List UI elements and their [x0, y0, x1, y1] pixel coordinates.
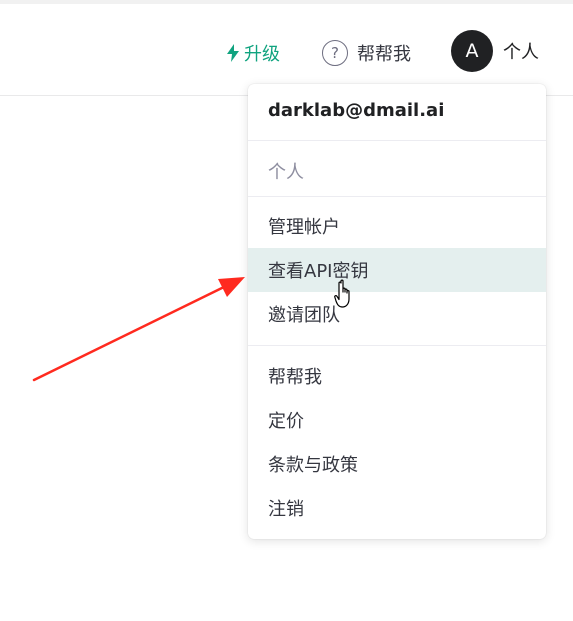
- menu-divider: [248, 345, 546, 346]
- menu-item-logout[interactable]: 注销: [248, 486, 546, 530]
- menu-item-terms-policies[interactable]: 条款与政策: [248, 442, 546, 486]
- help-label: 帮帮我: [357, 44, 411, 65]
- hand-pointer-icon: [334, 279, 350, 308]
- bolt-icon: [227, 44, 239, 62]
- account-email: darklab@dmail.ai: [268, 100, 445, 121]
- menu-item-help[interactable]: 帮帮我: [248, 354, 546, 398]
- help-circle-icon: ?: [322, 40, 348, 66]
- upgrade-button[interactable]: 升级: [226, 40, 280, 66]
- menu-item-invite-team[interactable]: 邀请团队: [248, 292, 546, 336]
- top-header: 升级 ? 帮帮我 A 个人: [0, 4, 573, 96]
- menu-item-view-api-keys[interactable]: 查看API密钥: [248, 248, 546, 292]
- menu-item-pricing[interactable]: 定价: [248, 398, 546, 442]
- help-button[interactable]: ? 帮帮我: [322, 38, 411, 68]
- profile-label: 个人: [503, 42, 539, 63]
- menu-section-label: 个人: [268, 162, 304, 183]
- upgrade-label: 升级: [244, 44, 280, 65]
- menu-divider: [248, 140, 546, 141]
- menu-divider: [248, 196, 546, 197]
- profile-menu-button[interactable]: A 个人: [451, 30, 539, 72]
- menu-item-manage-account[interactable]: 管理帐户: [248, 204, 546, 248]
- avatar: A: [451, 30, 493, 72]
- profile-dropdown-menu: darklab@dmail.ai 个人 管理帐户 查看API密钥 邀请团队 帮帮…: [248, 84, 546, 539]
